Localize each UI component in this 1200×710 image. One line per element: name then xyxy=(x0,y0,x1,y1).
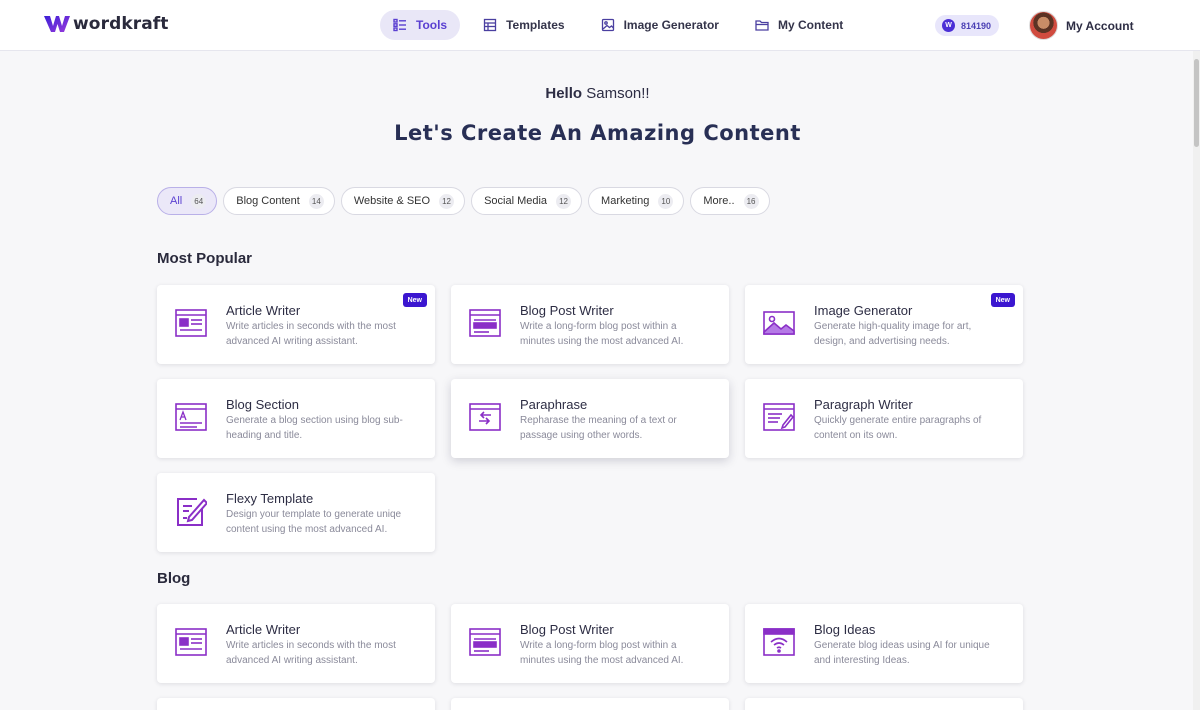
paraphrase-icon xyxy=(469,403,501,431)
filter-label: Blog Content xyxy=(236,195,300,207)
section-title-most-popular: Most Popular xyxy=(157,250,253,267)
credits-badge[interactable]: W 814190 xyxy=(935,15,1000,36)
greeting-hello: Hello xyxy=(545,85,583,102)
filter-count: 10 xyxy=(658,193,674,209)
filter-count: 16 xyxy=(743,193,759,209)
folder-icon xyxy=(755,20,769,31)
tool-card-title: Article Writer xyxy=(226,622,301,637)
section-title-blog: Blog xyxy=(157,570,191,587)
logo-text: wordkraft xyxy=(73,14,169,34)
nav-my-content[interactable]: My Content xyxy=(742,10,856,40)
tool-card-partial[interactable] xyxy=(157,698,435,710)
tool-card-title: Blog Post Writer xyxy=(520,622,614,637)
avatar xyxy=(1029,11,1058,40)
tool-card-title: Paraphrase xyxy=(520,397,588,412)
tool-card-article-writer-blog[interactable]: Article Writer Write articles in seconds… xyxy=(157,604,435,683)
page-scrollbar[interactable] xyxy=(1193,51,1200,710)
filter-label: Marketing xyxy=(601,195,650,207)
nav-tools[interactable]: Tools xyxy=(380,10,461,40)
greeting: Hello Samson!! xyxy=(0,85,1195,102)
image-icon xyxy=(763,311,795,335)
nav-image-generator-label: Image Generator xyxy=(623,18,719,32)
tool-card-blog-post-writer[interactable]: Blog Post Writer Write a long-form blog … xyxy=(451,285,729,364)
filter-label: Website & SEO xyxy=(353,195,431,207)
filter-blog-content[interactable]: Blog Content 14 xyxy=(223,187,335,215)
main-nav: Tools Templates Image Generator My Conte… xyxy=(380,10,856,40)
wordkraft-logo[interactable]: wordkraft xyxy=(44,14,169,34)
nav-my-content-label: My Content xyxy=(777,18,844,32)
filter-count: 14 xyxy=(308,193,324,209)
new-badge: New xyxy=(402,293,427,307)
page-headline: Let's Create An Amazing Content xyxy=(394,121,801,145)
tool-card-desc: Repharase the meaning of a text or passa… xyxy=(520,415,677,441)
list-icon xyxy=(393,18,406,32)
tool-card-partial[interactable] xyxy=(745,698,1023,710)
article-icon xyxy=(175,628,207,656)
tool-card-desc: Generate blog ideas using AI for unique … xyxy=(814,640,990,666)
nav-templates-label: Templates xyxy=(506,18,565,32)
tool-card-blog-section[interactable]: Blog Section Generate a blog section usi… xyxy=(157,379,435,458)
filter-all[interactable]: All 64 xyxy=(157,187,218,215)
tool-card-title: Article Writer xyxy=(226,303,301,318)
filter-website-seo[interactable]: Website & SEO 12 xyxy=(340,187,466,215)
tool-card-desc: Quickly generate entire paragraphs of co… xyxy=(814,415,982,441)
tool-card-desc: Write a long-form blog post within a min… xyxy=(520,321,684,347)
filter-label: All xyxy=(170,195,183,207)
tool-card-desc: Generate high-quality image for art, des… xyxy=(814,321,972,347)
tool-card-desc: Write articles in seconds with the most … xyxy=(226,321,396,347)
top-navigation-bar: wordkraft Tools Templates Image Generato… xyxy=(0,0,1200,51)
tool-card-partial[interactable] xyxy=(451,698,729,710)
new-badge: New xyxy=(990,293,1015,307)
wifi-icon xyxy=(763,628,795,656)
article-icon xyxy=(175,309,207,337)
filter-more[interactable]: More.. 16 xyxy=(690,187,770,215)
filter-count: 64 xyxy=(191,193,207,209)
filter-count: 12 xyxy=(439,193,455,209)
tool-card-flexy-template[interactable]: Flexy Template Design your template to g… xyxy=(157,473,435,552)
tool-card-title: Blog Post Writer xyxy=(520,303,614,318)
tool-card-paraphrase[interactable]: Paraphrase Repharase the meaning of a te… xyxy=(451,379,729,458)
tool-card-paragraph-writer[interactable]: Paragraph Writer Quickly generate entire… xyxy=(745,379,1023,458)
credits-w-icon: W xyxy=(942,19,955,32)
tool-card-desc: Design your template to generate uniqe c… xyxy=(226,509,402,535)
tool-card-title: Flexy Template xyxy=(226,491,314,506)
blog-section-icon xyxy=(175,403,207,431)
paragraph-icon xyxy=(763,403,795,431)
nav-templates[interactable]: Templates xyxy=(470,10,577,40)
tool-card-title: Image Generator xyxy=(814,303,913,318)
image-icon xyxy=(601,18,614,32)
credits-value: 814190 xyxy=(961,20,992,31)
tool-card-article-writer[interactable]: Article Writer Write articles in seconds… xyxy=(157,285,435,364)
tool-card-image-generator[interactable]: Image Generator Generate high-quality im… xyxy=(745,285,1023,364)
filter-count: 12 xyxy=(556,193,572,209)
my-account-label: My Account xyxy=(1066,18,1134,33)
tool-card-title: Blog Ideas xyxy=(814,622,876,637)
nav-tools-label: Tools xyxy=(416,18,448,32)
blog-post-icon xyxy=(469,628,501,656)
table-icon xyxy=(483,18,497,32)
tool-card-title: Blog Section xyxy=(226,397,299,412)
nav-image-generator[interactable]: Image Generator xyxy=(588,10,732,40)
category-filters: All 64 Blog Content 14 Website & SEO 12 Soc… xyxy=(157,187,770,215)
tool-card-desc: Generate a blog section using blog sub-h… xyxy=(226,415,403,441)
tool-card-desc: Write a long-form blog post within a min… xyxy=(520,640,684,666)
tool-card-title: Paragraph Writer xyxy=(814,397,913,412)
filter-social-media[interactable]: Social Media 12 xyxy=(471,187,583,215)
tool-card-blog-ideas[interactable]: Blog Ideas Generate blog ideas using AI … xyxy=(745,604,1023,683)
blog-post-icon xyxy=(469,309,501,337)
edit-icon xyxy=(177,498,207,526)
filter-marketing[interactable]: Marketing 10 xyxy=(588,187,685,215)
tool-card-desc: Write articles in seconds with the most … xyxy=(226,640,396,666)
filter-label: Social Media xyxy=(484,195,548,207)
tool-card-blog-post-writer-blog[interactable]: Blog Post Writer Write a long-form blog … xyxy=(451,604,729,683)
greeting-name: Samson!! xyxy=(586,85,650,102)
filter-label: More.. xyxy=(703,195,735,207)
my-account-menu[interactable]: My Account xyxy=(1029,11,1134,40)
wordkraft-logo-icon xyxy=(44,16,70,32)
